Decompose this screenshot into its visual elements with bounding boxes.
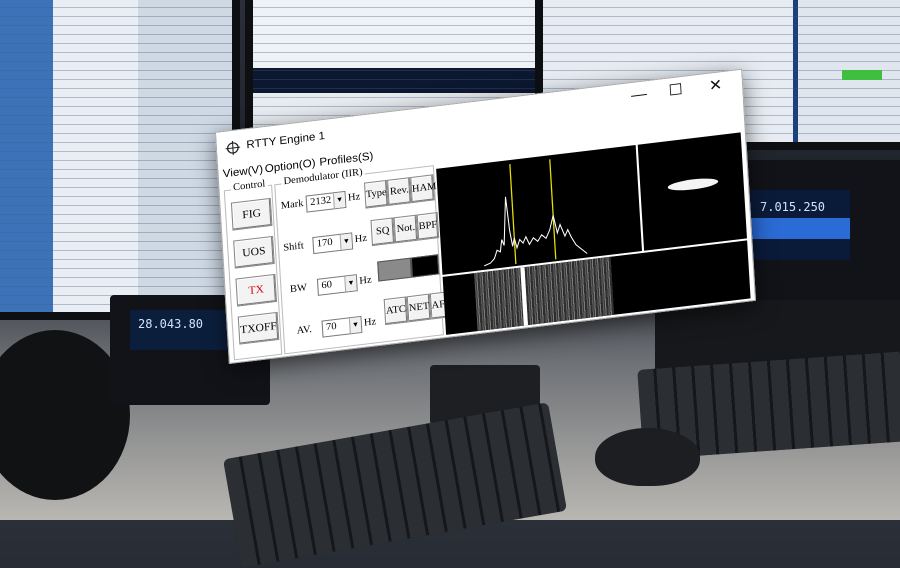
ham-button[interactable]: HAM [410,174,437,204]
mark-marker-line [509,164,517,265]
shift-unit: Hz [354,232,368,246]
menu-profiles[interactable]: Profiles(S) [319,150,374,168]
xy-scope-trace [667,178,719,191]
menu-view[interactable]: View(V) [222,164,263,181]
fig-button[interactable]: FIG [230,197,273,231]
shift-label: Shift [282,240,305,254]
mark-value: 2132 [309,194,332,209]
close-button[interactable]: ✕ [697,71,734,101]
minimize-button[interactable]: — [620,80,657,110]
bw-combo[interactable]: 60 ▼ [316,274,358,296]
spectrum-trace [484,159,588,267]
av-unit: Hz [363,316,377,329]
maximize-button[interactable]: ☐ [657,76,694,106]
left-transceiver-readout: 28.043.80 [138,317,204,331]
av-label: AV. [296,323,313,337]
squelch-level-black [410,254,440,278]
space-marker-line [549,159,557,260]
control-group: Control FIG UOS TX TXOFF [223,178,283,361]
chevron-down-icon: ▼ [339,233,353,250]
txoff-button[interactable]: TXOFF [237,311,280,345]
right-transceiver-readout: 7.015.250 [760,200,826,214]
bpf-button[interactable]: BPF [416,212,440,241]
mark-label: Mark [280,197,304,212]
bw-value: 60 [321,279,333,292]
uos-button[interactable]: UOS [233,235,275,269]
crosshair-icon [225,140,241,156]
chevron-down-icon: ▼ [344,275,357,292]
xy-scope-display[interactable] [637,132,747,251]
chevron-down-icon: ▼ [348,316,362,334]
shift-combo[interactable]: 170 ▼ [312,232,354,255]
bw-unit: Hz [359,274,372,287]
shift-value: 170 [316,236,333,250]
spectrum-waveform [484,196,588,267]
av-combo[interactable]: 70 ▼ [321,315,363,338]
mark-unit: Hz [347,191,361,204]
not-button[interactable]: Not. [393,214,419,244]
rev-button[interactable]: Rev. [387,177,412,206]
squelch-level-gray [377,257,412,282]
chevron-down-icon: ▼ [332,192,346,209]
front-keyboard [222,402,568,568]
spectrum-display[interactable] [436,144,642,275]
window-title: RTTY Engine 1 [246,129,326,152]
atc-button[interactable]: ATC [383,296,409,326]
av-value: 70 [325,320,337,334]
left-monitor [0,0,240,320]
type-button[interactable]: Type [363,179,389,209]
mark-combo[interactable]: 2132 ▼ [305,190,347,213]
tx-button[interactable]: TX [235,273,278,307]
demodulator-group: Demodulator (IIR) Mark 2132 ▼ Hz Shift 1… [274,165,453,355]
bw-label: BW [289,282,308,296]
sq-button[interactable]: SQ [370,217,396,247]
net-button[interactable]: NET [406,293,432,323]
mouse [595,428,700,486]
xy-scope-blob [667,178,719,191]
